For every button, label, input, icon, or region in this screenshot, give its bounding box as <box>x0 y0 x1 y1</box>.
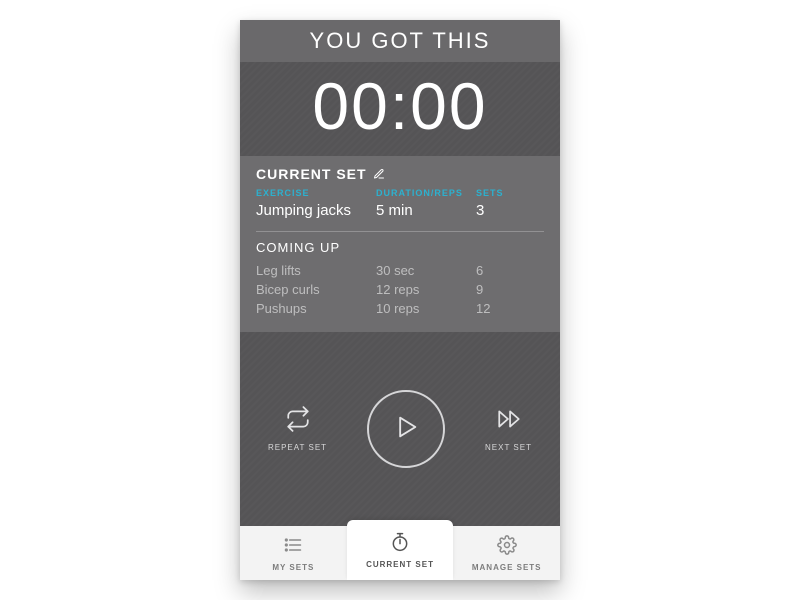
current-exercise-sets: 3 <box>476 202 544 219</box>
tab-manage-sets[interactable]: MANAGE SETS <box>453 526 560 580</box>
tab-current-set-label: CURRENT SET <box>366 560 434 569</box>
repeat-icon <box>285 406 311 437</box>
current-exercise-duration: 5 min <box>376 202 476 219</box>
upcoming-exercise-name: Leg lifts <box>256 263 376 278</box>
tab-my-sets-label: MY SETS <box>272 563 314 572</box>
gear-icon <box>497 535 517 560</box>
tab-manage-sets-label: MANAGE SETS <box>472 563 542 572</box>
motivation-header: YOU GOT THIS <box>240 20 560 62</box>
current-exercise-name: Jumping jacks <box>256 202 376 219</box>
edit-icon[interactable] <box>373 168 385 180</box>
repeat-set-button[interactable]: REPEAT SET <box>268 406 327 452</box>
app-screen: YOU GOT THIS 00:00 CURRENT SET EXERCISE … <box>240 20 560 580</box>
divider <box>256 231 544 232</box>
upcoming-row: Pushups 10 reps 12 <box>256 299 544 318</box>
upcoming-exercise-sets: 12 <box>476 301 544 316</box>
col-header-exercise: EXERCISE <box>256 188 376 198</box>
playback-controls: REPEAT SET NEXT SET <box>240 332 560 526</box>
upcoming-exercise-name: Pushups <box>256 301 376 316</box>
current-set-label: CURRENT SET <box>256 166 367 182</box>
upcoming-exercise-duration: 10 reps <box>376 301 476 316</box>
tab-current-set[interactable]: CURRENT SET <box>347 520 454 580</box>
next-set-button[interactable]: NEXT SET <box>485 406 532 452</box>
timer-display: 00:00 <box>240 62 560 156</box>
column-headers: EXERCISE DURATION/REPS SETS <box>256 188 544 198</box>
repeat-set-label: REPEAT SET <box>268 443 327 452</box>
timer-value: 00:00 <box>312 69 487 143</box>
col-header-sets: SETS <box>476 188 544 198</box>
sets-panel: CURRENT SET EXERCISE DURATION/REPS SETS … <box>240 156 560 332</box>
coming-up-label: COMING UP <box>256 240 544 255</box>
upcoming-exercise-name: Bicep curls <box>256 282 376 297</box>
current-exercise-row: Jumping jacks 5 min 3 <box>256 200 544 229</box>
upcoming-exercise-sets: 6 <box>476 263 544 278</box>
play-icon <box>392 413 420 446</box>
skip-forward-icon <box>496 406 522 437</box>
next-set-label: NEXT SET <box>485 443 532 452</box>
upcoming-exercise-duration: 30 sec <box>376 263 476 278</box>
upcoming-row: Leg lifts 30 sec 6 <box>256 261 544 280</box>
play-button[interactable] <box>367 390 445 468</box>
list-icon <box>283 535 303 560</box>
upcoming-exercise-duration: 12 reps <box>376 282 476 297</box>
col-header-duration: DURATION/REPS <box>376 188 476 198</box>
upcoming-exercise-sets: 9 <box>476 282 544 297</box>
tab-my-sets[interactable]: MY SETS <box>240 526 347 580</box>
header-title: YOU GOT THIS <box>310 28 491 53</box>
upcoming-row: Bicep curls 12 reps 9 <box>256 280 544 299</box>
bottom-tabbar: MY SETS CURRENT SET MANAGE SETS <box>240 526 560 580</box>
stopwatch-icon <box>390 532 410 557</box>
current-set-heading: CURRENT SET <box>256 166 544 182</box>
